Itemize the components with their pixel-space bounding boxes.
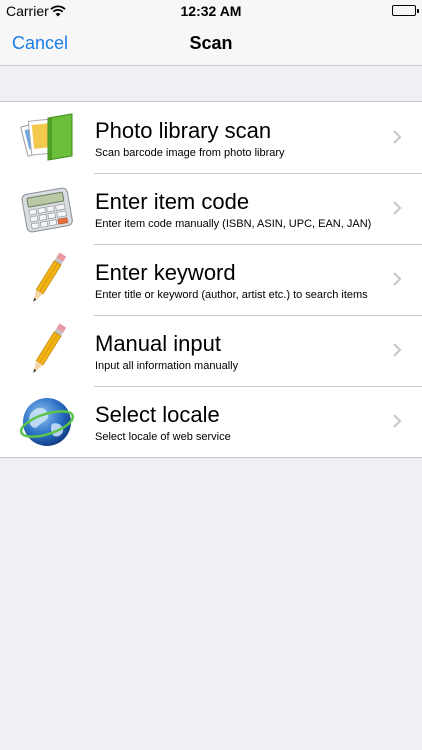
row-title: Enter keyword (95, 260, 236, 285)
globe-icon (18, 394, 76, 450)
photo-library-icon (18, 110, 76, 166)
scan-options-list: Photo library scan Scan barcode image fr… (0, 101, 422, 458)
list-item-select-locale[interactable]: Select locale Select locale of web servi… (0, 386, 422, 457)
navigation-bar: Cancel Scan (0, 22, 422, 66)
row-title: Manual input (95, 331, 221, 356)
chevron-right-icon (392, 342, 402, 358)
list-item-manual-input[interactable]: Manual input Input all information manua… (0, 315, 422, 386)
list-item-enter-keyword[interactable]: Enter keyword Enter title or keyword (au… (0, 244, 422, 315)
calculator-icon (18, 181, 76, 237)
status-bar: Carrier 12:32 AM (0, 0, 422, 22)
row-title: Select locale (95, 402, 220, 427)
battery-icon (392, 5, 419, 16)
chevron-right-icon (392, 271, 402, 287)
top-bar: Carrier 12:32 AM Cancel Scan (0, 0, 422, 66)
page-title: Scan (189, 33, 233, 53)
row-title: Photo library scan (95, 118, 272, 143)
row-subtitle: Enter item code manually (ISBN, ASIN, UP… (95, 218, 372, 230)
status-time: 12:32 AM (180, 3, 242, 19)
pencil-icon (18, 252, 76, 308)
row-subtitle: Select locale of web service (95, 431, 231, 443)
pencil-icon (18, 323, 76, 379)
row-subtitle: Enter title or keyword (author, artist e… (95, 289, 368, 301)
row-title: Enter item code (95, 189, 250, 214)
list-item-enter-item-code[interactable]: Enter item code Enter item code manually… (0, 173, 422, 244)
chevron-right-icon (392, 413, 402, 429)
chevron-right-icon (392, 129, 402, 145)
chevron-right-icon (392, 200, 402, 216)
row-subtitle: Input all information manually (95, 360, 239, 372)
row-subtitle: Scan barcode image from photo library (95, 147, 285, 159)
list-item-photo-library-scan[interactable]: Photo library scan Scan barcode image fr… (0, 102, 422, 173)
